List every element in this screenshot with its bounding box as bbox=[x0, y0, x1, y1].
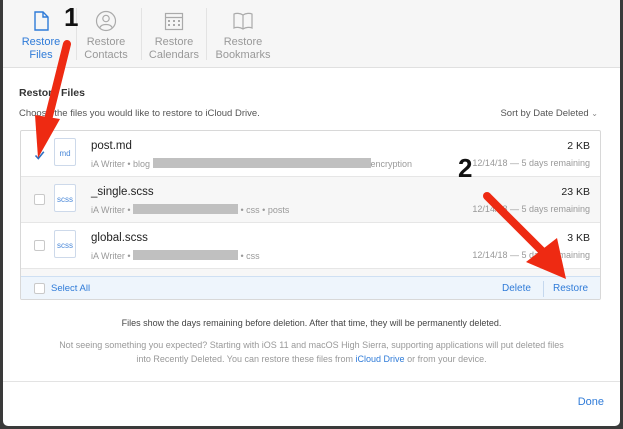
file-size: 3 KB bbox=[567, 232, 590, 244]
delete-button[interactable]: Delete bbox=[502, 283, 531, 294]
icloud-drive-link[interactable]: iCloud Drive bbox=[356, 354, 405, 364]
book-icon bbox=[233, 12, 253, 30]
file-date: 12/14/18 — 5 days remaining bbox=[472, 250, 590, 260]
file-icon bbox=[34, 11, 49, 31]
checkmark-icon bbox=[34, 151, 45, 160]
section-title: Restore Files bbox=[19, 87, 85, 99]
tab-restore-contacts-label: Restore Contacts bbox=[84, 36, 128, 61]
file-size: 23 KB bbox=[561, 186, 590, 198]
calendar-icon bbox=[164, 12, 184, 31]
tab-restore-contacts[interactable]: Restore Contacts bbox=[73, 0, 139, 68]
file-name: post.md bbox=[91, 140, 132, 152]
deletion-note: Files show the days remaining before del… bbox=[121, 318, 502, 328]
file-name: _single.scss bbox=[91, 186, 154, 198]
file-date: 12/14/18 — 5 days remaining bbox=[472, 158, 590, 168]
file-size: 2 KB bbox=[567, 140, 590, 152]
chevron-down-icon: ⌄ bbox=[591, 109, 598, 118]
list-footer: Select All Delete Restore bbox=[21, 276, 600, 299]
contact-icon bbox=[95, 10, 117, 32]
tab-restore-files-label: Restore Files bbox=[21, 36, 61, 61]
file-row[interactable]: scss global.scss iA Writer • • css 3 KB … bbox=[21, 223, 600, 269]
divider bbox=[3, 381, 620, 382]
file-name: global.scss bbox=[91, 232, 148, 244]
tab-restore-bookmarks-label: Restore Bookmarks bbox=[215, 36, 271, 61]
file-list: md post.md iA Writer • blog encryption 2… bbox=[20, 130, 601, 300]
row-checkbox[interactable] bbox=[34, 240, 45, 251]
done-button[interactable]: Done bbox=[578, 396, 604, 408]
file-path: iA Writer • blog encryption bbox=[91, 158, 413, 169]
file-path: iA Writer • • css • posts bbox=[91, 204, 290, 215]
tab-restore-bookmarks[interactable]: Restore Bookmarks bbox=[210, 0, 276, 68]
row-checkbox[interactable] bbox=[34, 148, 45, 160]
tab-restore-calendars[interactable]: Restore Calendars bbox=[141, 0, 207, 68]
file-date: 12/14/18 — 5 days remaining bbox=[472, 204, 590, 214]
restore-dialog: Restore Files Restore Contacts Restore Cale… bbox=[3, 0, 620, 426]
sort-dropdown[interactable]: Sort by Date Deleted ⌄ bbox=[500, 108, 598, 119]
file-row[interactable]: md post.md iA Writer • blog encryption 2… bbox=[21, 131, 600, 177]
section-subtitle: Choose the files you would like to resto… bbox=[19, 108, 260, 119]
document-icon: scss bbox=[54, 184, 76, 212]
document-icon: md bbox=[54, 138, 76, 166]
tab-divider bbox=[206, 8, 207, 60]
select-all-checkbox[interactable] bbox=[34, 283, 45, 294]
select-all-button[interactable]: Select All bbox=[51, 283, 90, 294]
file-row[interactable]: scss _single.scss iA Writer • • css • po… bbox=[21, 177, 600, 223]
tab-restore-files[interactable]: Restore Files bbox=[8, 0, 74, 68]
sort-label: Sort by Date Deleted bbox=[500, 108, 589, 119]
help-note: Not seeing something you expected? Start… bbox=[59, 340, 564, 364]
footer-divider bbox=[543, 281, 544, 297]
redacted-path bbox=[152, 158, 371, 168]
row-checkbox[interactable] bbox=[34, 194, 45, 205]
tab-restore-calendars-label: Restore Calendars bbox=[148, 36, 200, 61]
redacted-path bbox=[133, 204, 239, 214]
restore-button[interactable]: Restore bbox=[553, 283, 588, 294]
file-path: iA Writer • • css bbox=[91, 250, 260, 261]
restore-toolbar: Restore Files Restore Contacts Restore Cale… bbox=[3, 0, 620, 68]
document-icon: scss bbox=[54, 230, 76, 258]
redacted-path bbox=[133, 250, 239, 260]
